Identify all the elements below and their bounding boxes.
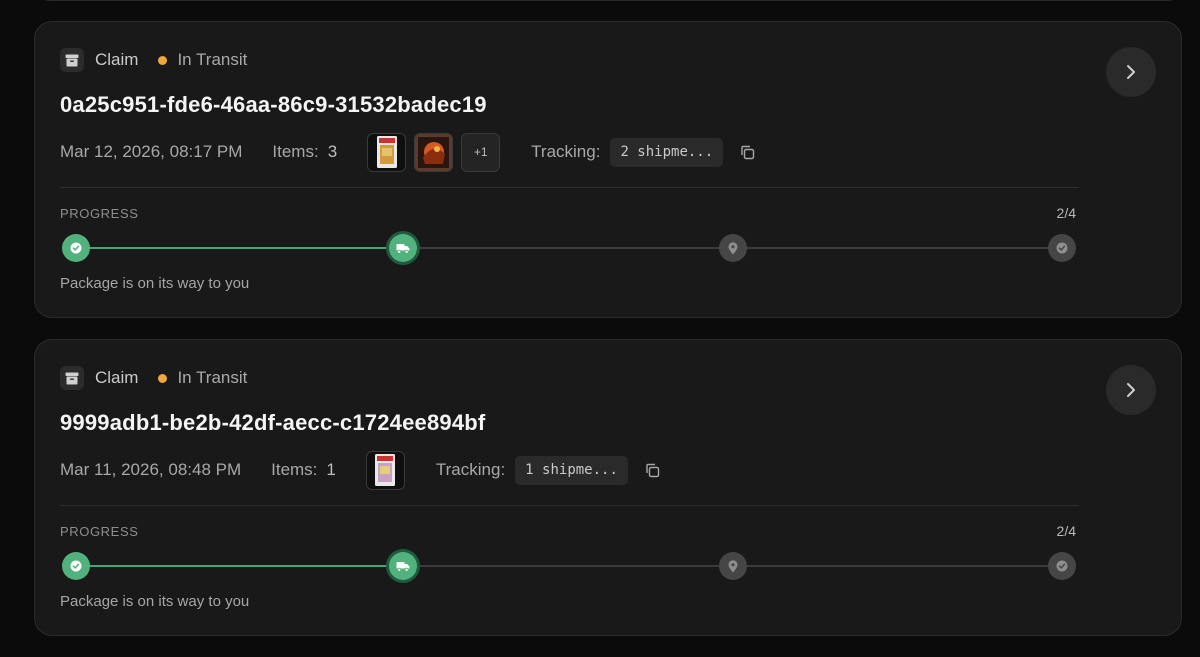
map-pin-icon bbox=[728, 559, 738, 572]
tracking-value[interactable]: 2 shipme... bbox=[610, 137, 724, 167]
item-thumbnails bbox=[365, 450, 405, 490]
status-dot bbox=[158, 373, 168, 383]
check-circle-icon bbox=[1056, 560, 1068, 572]
copy-icon[interactable] bbox=[740, 145, 755, 160]
graded-card-image bbox=[376, 136, 397, 168]
previous-card-edge bbox=[34, 0, 1184, 1]
truck-icon bbox=[396, 561, 410, 572]
claim-type-label: Claim bbox=[95, 368, 139, 387]
trading-card-image bbox=[415, 133, 453, 171]
map-pin-icon bbox=[728, 241, 738, 254]
claim-type-label: Claim bbox=[95, 50, 139, 69]
progress-label: PROGRESS bbox=[60, 524, 139, 539]
step-out-for-delivery bbox=[719, 234, 747, 262]
progress-line-complete bbox=[76, 565, 405, 567]
item-thumbnail[interactable] bbox=[367, 132, 407, 172]
items-label: Items: bbox=[272, 142, 319, 161]
copy-icon[interactable] bbox=[645, 463, 660, 478]
card-header: Claim In Transit bbox=[60, 366, 247, 390]
more-items-badge[interactable]: +1 bbox=[461, 132, 501, 172]
tracking-label: Tracking: bbox=[531, 142, 601, 161]
step-confirmed bbox=[62, 552, 90, 580]
truck-icon bbox=[396, 243, 410, 254]
progress-description: Package is on its way to you bbox=[60, 593, 250, 610]
check-icon bbox=[70, 560, 82, 572]
tracking-value[interactable]: 1 shipme... bbox=[515, 455, 628, 485]
graded-card-image bbox=[375, 454, 396, 486]
progress-line-complete bbox=[76, 247, 405, 249]
items-count: 3 bbox=[327, 142, 338, 161]
item-thumbnails: +1 bbox=[367, 132, 501, 172]
archive-box-icon bbox=[60, 48, 84, 72]
card-header: Claim In Transit bbox=[60, 48, 247, 72]
progress-description: Package is on its way to you bbox=[60, 275, 250, 292]
progress-tracker bbox=[60, 550, 1079, 582]
step-confirmed bbox=[62, 234, 90, 262]
progress-label: PROGRESS bbox=[60, 206, 139, 221]
chevron-right-icon bbox=[1127, 65, 1135, 79]
item-thumbnail[interactable] bbox=[365, 450, 405, 490]
open-claim-button[interactable] bbox=[1106, 47, 1156, 97]
tracking-label: Tracking: bbox=[435, 460, 506, 479]
claim-id: 0a25c951-fde6-46aa-86c9-31532badec19 bbox=[60, 92, 487, 117]
archive-box-icon bbox=[60, 366, 84, 390]
progress-count: 2/4 bbox=[1056, 523, 1076, 539]
open-claim-button[interactable] bbox=[1106, 365, 1156, 415]
status-label: In Transit bbox=[177, 368, 248, 387]
chevron-right-icon bbox=[1127, 383, 1135, 397]
progress-count: 2/4 bbox=[1056, 205, 1076, 221]
status-dot bbox=[158, 55, 168, 65]
check-icon bbox=[70, 242, 82, 254]
step-delivered bbox=[1048, 552, 1076, 580]
claim-date: Mar 11, 2026, 08:48 PM bbox=[60, 460, 242, 479]
check-circle-icon bbox=[1056, 242, 1068, 254]
step-in-transit bbox=[389, 234, 417, 262]
step-out-for-delivery bbox=[719, 552, 747, 580]
claim-card[interactable]: Claim In Transit 9999adb1-be2b-42df-aecc… bbox=[34, 339, 1182, 636]
meta-row: Mar 12, 2026, 08:17 PM Items: 3 +1 Track… bbox=[60, 131, 755, 173]
claim-id: 9999adb1-be2b-42df-aecc-c1724ee894bf bbox=[60, 410, 486, 435]
divider bbox=[60, 187, 1079, 188]
meta-row: Mar 11, 2026, 08:48 PM Items: 1 Tracking… bbox=[60, 449, 660, 491]
items-label: Items: bbox=[271, 460, 318, 479]
claim-date: Mar 12, 2026, 08:17 PM bbox=[60, 142, 243, 161]
step-in-transit bbox=[389, 552, 417, 580]
item-thumbnail[interactable] bbox=[414, 132, 454, 172]
divider bbox=[60, 505, 1079, 506]
claim-card[interactable]: Claim In Transit 0a25c951-fde6-46aa-86c9… bbox=[34, 21, 1182, 318]
step-delivered bbox=[1048, 234, 1076, 262]
status-label: In Transit bbox=[177, 50, 248, 69]
items-count: 1 bbox=[326, 460, 336, 479]
progress-tracker bbox=[60, 232, 1079, 264]
